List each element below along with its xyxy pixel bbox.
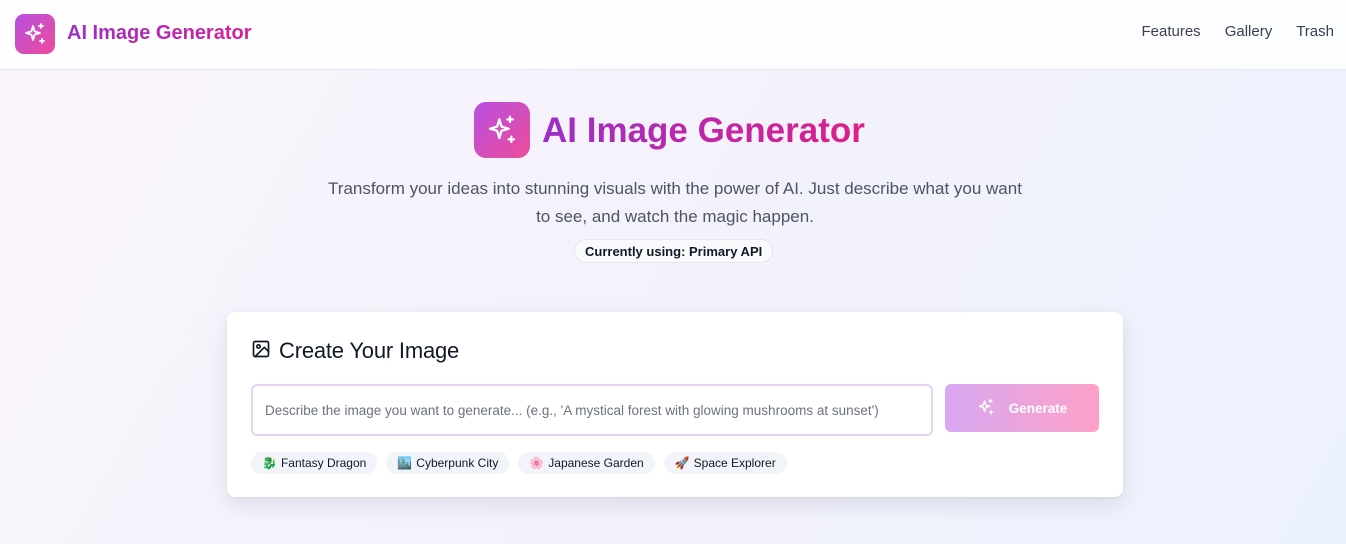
example-chip-cyberpunk-city[interactable]: 🏙️ Cyberpunk City bbox=[386, 452, 510, 474]
rocket-icon: 🚀 bbox=[674, 456, 690, 470]
image-icon bbox=[251, 339, 271, 364]
dragon-icon: 🐉 bbox=[262, 456, 277, 470]
nav-link-features[interactable]: Features bbox=[1141, 23, 1200, 40]
cherry-blossom-icon: 🌸 bbox=[529, 456, 545, 470]
top-navbar: AI Image Generator Features Gallery Tras… bbox=[0, 0, 1346, 70]
hero-subtitle: Transform your ideas into stunning visua… bbox=[328, 179, 1022, 226]
sparkles-icon[interactable] bbox=[15, 14, 55, 54]
hero-sparkles-icon bbox=[474, 102, 530, 158]
api-status-badge: Currently using: Primary API bbox=[574, 239, 774, 263]
card-title: Create Your Image bbox=[279, 338, 460, 363]
app-title[interactable]: AI Image Generator bbox=[67, 22, 252, 45]
chip-label: Cyberpunk City bbox=[416, 456, 499, 470]
nav-link-gallery[interactable]: Gallery bbox=[1225, 23, 1273, 40]
chip-label: Fantasy Dragon bbox=[280, 456, 367, 470]
generate-button[interactable]: Generate bbox=[945, 384, 1099, 432]
prompt-input[interactable] bbox=[251, 384, 933, 436]
nav-links: Features Gallery Trash bbox=[1141, 23, 1334, 40]
example-chip-space-explorer[interactable]: 🚀 Space Explorer bbox=[663, 452, 787, 474]
cityscape-icon: 🏙️ bbox=[397, 456, 413, 470]
example-chip-fantasy-dragon[interactable]: 🐉 Fantasy Dragon bbox=[251, 452, 378, 474]
example-prompts: 🐉 Fantasy Dragon 🏙️ Cyberpunk City 🌸 Jap… bbox=[251, 452, 787, 474]
generate-button-label: Generate bbox=[1008, 400, 1068, 416]
chip-label: Japanese Garden bbox=[548, 456, 644, 470]
chip-label: Space Explorer bbox=[693, 456, 776, 470]
nav-link-trash[interactable]: Trash bbox=[1296, 23, 1334, 40]
create-image-card: Create Your Image Generate 🐉 Fantasy Dra… bbox=[227, 312, 1123, 497]
card-header: Create Your Image bbox=[251, 338, 459, 364]
sparkles-icon bbox=[977, 398, 995, 419]
example-chip-japanese-garden[interactable]: 🌸 Japanese Garden bbox=[518, 452, 655, 474]
hero-title: AI Image Generator bbox=[542, 111, 865, 150]
